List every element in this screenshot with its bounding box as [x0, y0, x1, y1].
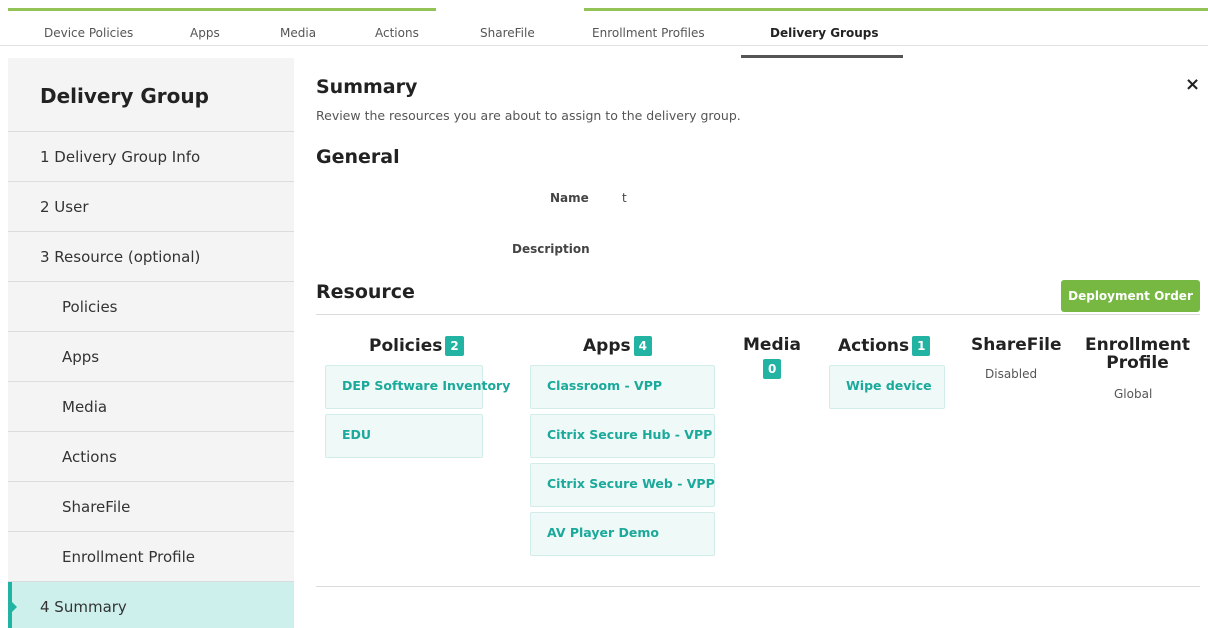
step-delivery-group-info[interactable]: 1 Delivery Group Info: [8, 132, 294, 182]
name-value: t: [622, 191, 627, 205]
apps-title: Apps: [583, 336, 631, 356]
deployment-order-button[interactable]: Deployment Order: [1061, 280, 1200, 312]
policies-count-badge: 2: [445, 336, 464, 356]
active-tab-indicator: [741, 55, 903, 58]
substep-enrollment-profile[interactable]: Enrollment Profile: [8, 532, 294, 582]
step-summary[interactable]: 4 Summary: [8, 582, 294, 628]
tab-media[interactable]: Media: [280, 26, 316, 40]
bottom-divider: [316, 586, 1200, 587]
app-card[interactable]: AV Player Demo: [530, 512, 715, 556]
media-count-badge: 0: [763, 359, 782, 379]
close-icon[interactable]: ×: [1185, 74, 1200, 95]
enrollment-title-line1: Enrollment: [1085, 335, 1190, 355]
name-label: Name: [550, 191, 589, 205]
nav-accent-right: [584, 8, 1208, 11]
nav-accent-left: [8, 8, 436, 11]
sharefile-status: Disabled: [985, 367, 1038, 381]
step-user[interactable]: 2 User: [8, 182, 294, 232]
substep-sharefile[interactable]: ShareFile: [8, 482, 294, 532]
tab-apps[interactable]: Apps: [190, 26, 220, 40]
resource-heading: Resource: [316, 281, 415, 303]
enrollment-profile-header: Enrollment Profile: [1085, 336, 1190, 372]
step-resource[interactable]: 3 Resource (optional): [8, 232, 294, 282]
policy-card[interactable]: DEP Software Inventory: [325, 365, 510, 409]
wizard-sidebar: Delivery Group 1 Delivery Group Info 2 U…: [8, 58, 294, 628]
media-title: Media: [743, 335, 801, 355]
top-nav: Device Policies Apps Media Actions Share…: [0, 0, 1208, 46]
actions-header: Actions 1: [838, 336, 931, 356]
enrollment-title-line2: Profile: [1106, 353, 1169, 373]
tab-enrollment-profiles[interactable]: Enrollment Profiles: [592, 26, 705, 40]
general-heading: General: [316, 146, 400, 168]
tab-delivery-groups[interactable]: Delivery Groups: [770, 26, 879, 40]
apps-count-badge: 4: [633, 336, 652, 356]
actions-count-badge: 1: [912, 336, 931, 356]
action-card[interactable]: Wipe device: [829, 365, 945, 409]
tab-actions[interactable]: Actions: [375, 26, 419, 40]
app-card[interactable]: Citrix Secure Web - VPP: [530, 463, 715, 507]
app-card[interactable]: Citrix Secure Hub - VPP: [530, 414, 715, 458]
policy-card[interactable]: EDU: [325, 414, 483, 458]
sharefile-title: ShareFile: [971, 335, 1062, 355]
page-subtitle: Review the resources you are about to as…: [316, 108, 741, 123]
enrollment-profile-status: Global: [1114, 387, 1153, 401]
description-label: Description: [512, 242, 590, 256]
substep-actions[interactable]: Actions: [8, 432, 294, 482]
apps-header: Apps 4: [583, 336, 652, 356]
actions-title: Actions: [838, 336, 910, 356]
tab-sharefile[interactable]: ShareFile: [480, 26, 535, 40]
divider: [316, 314, 1200, 315]
tab-device-policies[interactable]: Device Policies: [44, 26, 133, 40]
policies-title: Policies: [369, 336, 443, 356]
app-card[interactable]: Classroom - VPP: [530, 365, 715, 409]
policies-header: Policies 2: [369, 336, 464, 356]
sidebar-title: Delivery Group: [8, 58, 294, 132]
substep-apps[interactable]: Apps: [8, 332, 294, 382]
substep-media[interactable]: Media: [8, 382, 294, 432]
page-title: Summary: [316, 76, 418, 98]
substep-policies[interactable]: Policies: [8, 282, 294, 332]
